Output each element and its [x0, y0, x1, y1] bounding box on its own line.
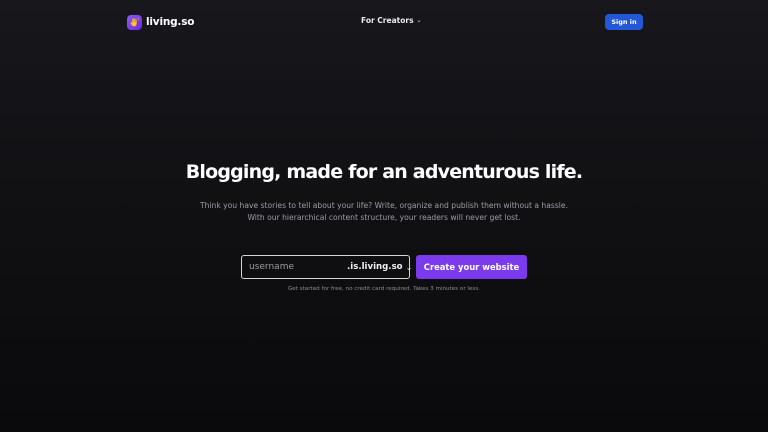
hero-subtitle-line-1: Think you have stories to tell about you… — [199, 201, 568, 210]
hand-wave-icon — [127, 14, 142, 30]
hero-title: Blogging, made for an adventurous life. — [185, 161, 583, 183]
brand-name: living.so — [146, 16, 195, 28]
domain-suffix: .is.living.so — [347, 262, 403, 272]
username-input[interactable] — [242, 256, 342, 278]
sign-in-button[interactable]: Sign in — [605, 14, 643, 30]
hero-subtitle-line-2: With our hierarchical content structure,… — [247, 213, 521, 222]
domain-select[interactable]: .is.living.so ⌄ — [347, 262, 412, 272]
signup-note: Get started for free, no credit card req… — [287, 286, 481, 292]
top-navbar: living.so For Creators ⌄ Sign in — [0, 0, 768, 44]
chevron-down-icon: ⌄ — [405, 262, 413, 272]
for-creators-label: For Creators — [361, 16, 414, 25]
chevron-down-icon: ⌄ — [416, 17, 422, 24]
for-creators-menu[interactable]: For Creators ⌄ — [361, 16, 422, 25]
username-field-group: .is.living.so ⌄ — [241, 255, 412, 279]
hero-subtitle: Think you have stories to tell about you… — [0, 200, 768, 224]
create-website-button[interactable]: Create your website — [416, 255, 527, 279]
brand-link[interactable]: living.so — [127, 14, 194, 30]
